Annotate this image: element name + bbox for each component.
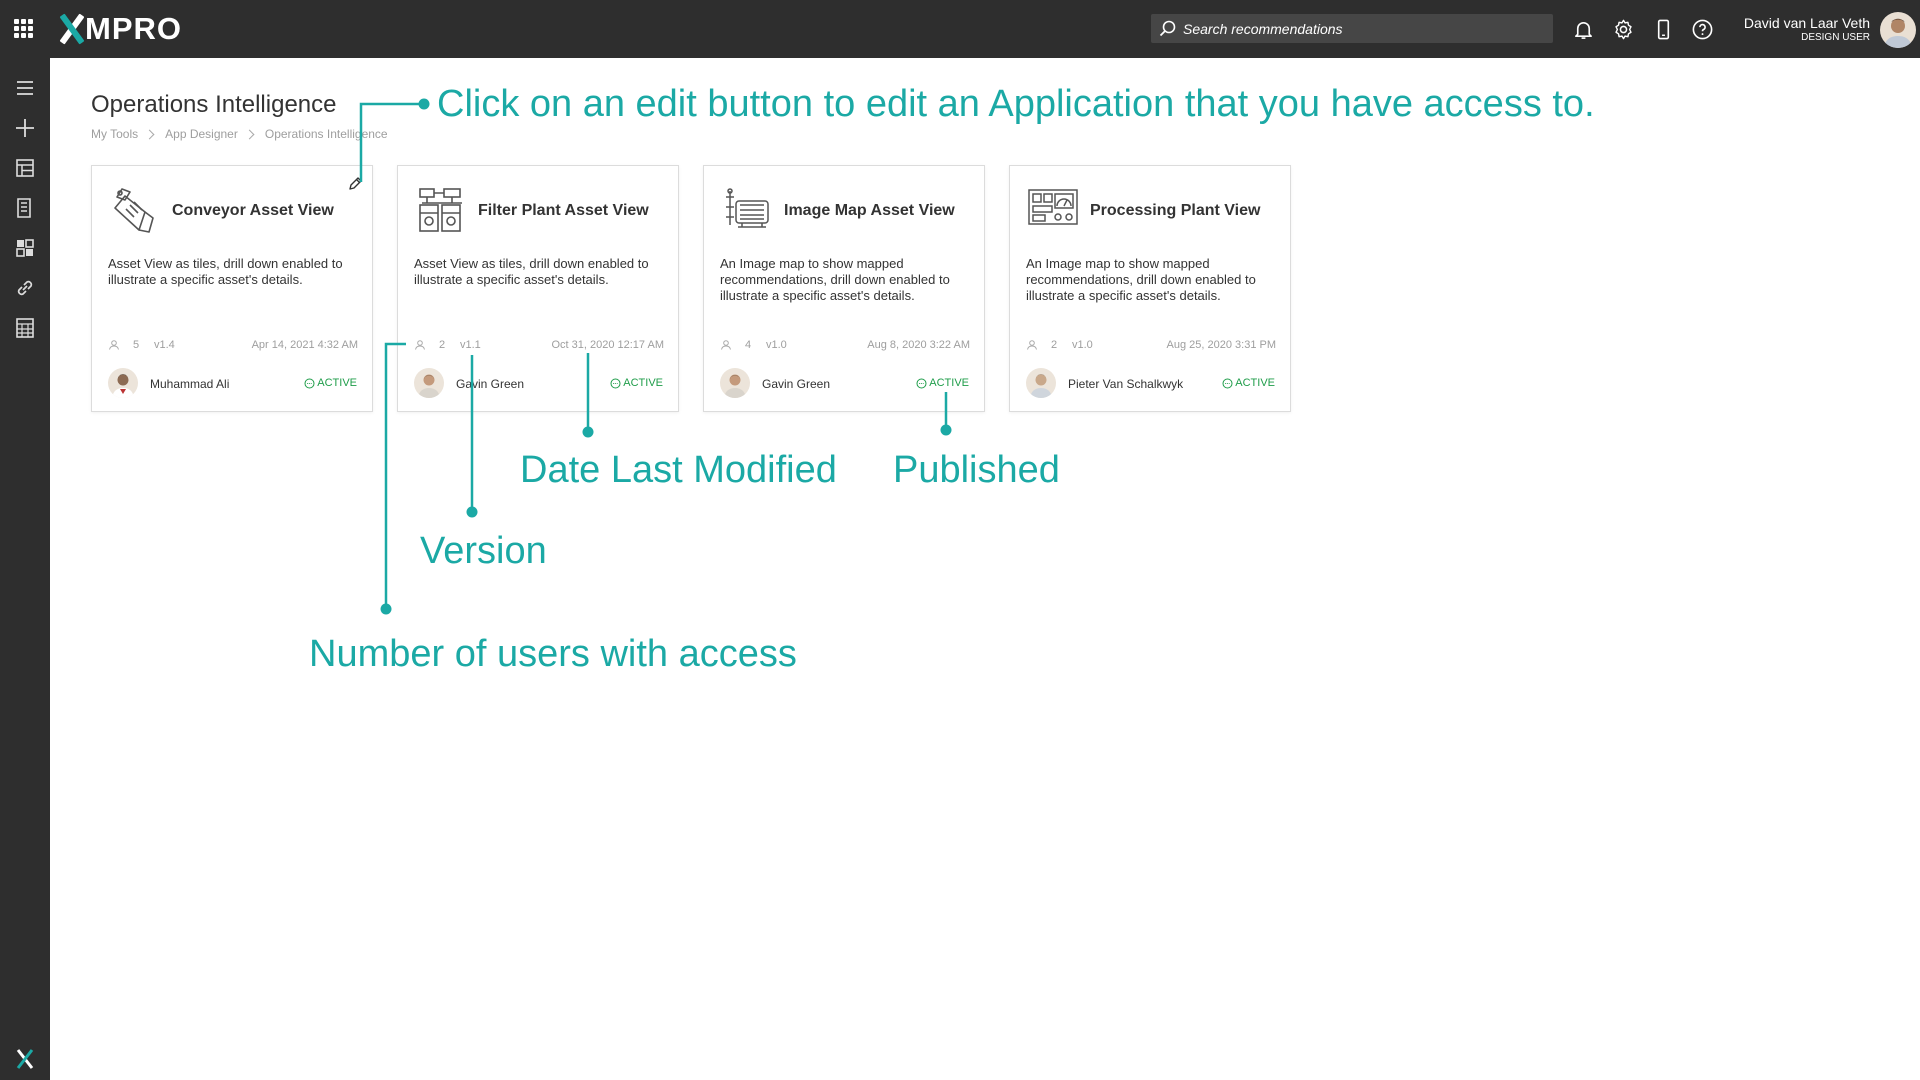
status-badge: ACTIVE xyxy=(610,377,663,389)
user-count: 2 xyxy=(1051,339,1058,351)
conveyor-icon xyxy=(114,188,154,233)
help-icon[interactable] xyxy=(1691,18,1714,41)
user-count: 2 xyxy=(439,339,446,351)
annotation-edit-button: Click on an edit button to edit an Appli… xyxy=(437,83,1595,125)
users-callout-dot xyxy=(380,603,392,615)
author-name: Gavin Green xyxy=(762,377,831,391)
user-count: 5 xyxy=(133,339,140,351)
card-description: Asset View as tiles, drill down enabled … xyxy=(414,256,649,287)
gear-icon[interactable] xyxy=(1612,18,1635,41)
dashboard-icon[interactable] xyxy=(13,156,37,180)
app-card[interactable]: Conveyor Asset View Asset View as tiles,… xyxy=(91,165,373,412)
annotation-published: Published xyxy=(893,449,1060,491)
search-icon xyxy=(1159,20,1176,37)
annotation-users: Number of users with access xyxy=(309,633,797,675)
card-title[interactable]: Conveyor Asset View xyxy=(172,202,334,220)
card-description: An Image map to show mapped recommendati… xyxy=(1026,256,1256,303)
status-text: ACTIVE xyxy=(929,377,969,389)
breadcrumb-app-designer[interactable]: App Designer xyxy=(165,127,238,141)
card-title[interactable]: Image Map Asset View xyxy=(784,202,955,220)
active-status-icon xyxy=(916,378,927,388)
bell-icon[interactable] xyxy=(1572,18,1595,41)
author-name: Pieter Van Schalkwyk xyxy=(1068,377,1184,391)
author-avatar xyxy=(1026,368,1056,398)
version-callout-dot xyxy=(466,506,478,518)
processing-plant-icon xyxy=(1028,189,1078,225)
chevron-right-icon xyxy=(144,129,155,139)
date-callout-dot xyxy=(582,426,594,438)
image-map-icon xyxy=(726,188,769,228)
date-modified: Aug 8, 2020 3:22 AM xyxy=(867,339,970,351)
users-icon xyxy=(1027,340,1037,350)
search-input[interactable]: Search recommendations xyxy=(1151,14,1553,43)
author-avatar xyxy=(414,368,444,398)
date-modified: Oct 31, 2020 12:17 AM xyxy=(551,339,664,351)
breadcrumb: My Tools App Designer Operations Intelli… xyxy=(91,127,388,141)
card-meta: 4 v1.0 Aug 8, 2020 3:22 AM xyxy=(720,338,970,352)
search-placeholder: Search recommendations xyxy=(1183,20,1343,37)
active-status-icon xyxy=(1222,378,1233,388)
status-badge: ACTIVE xyxy=(1222,377,1275,389)
app-card[interactable]: Image Map Asset View An Image map to sho… xyxy=(703,165,985,412)
card-title[interactable]: Filter Plant Asset View xyxy=(478,202,649,220)
published-callout-dot xyxy=(940,424,952,436)
annotation-date-modified: Date Last Modified xyxy=(520,449,837,491)
calculator-icon[interactable] xyxy=(13,316,37,340)
annotation-lines xyxy=(359,98,952,615)
author-avatar xyxy=(108,368,138,398)
logo-text: MPRO xyxy=(85,11,182,46)
edit-callout-dot xyxy=(418,98,430,110)
users-icon xyxy=(109,340,119,350)
xmpro-logo[interactable]: MPRO xyxy=(59,11,182,47)
user-avatar[interactable] xyxy=(1880,12,1916,48)
status-text: ACTIVE xyxy=(317,377,357,389)
card-description: An Image map to show mapped recommendati… xyxy=(720,256,950,303)
filter-plant-icon xyxy=(419,188,462,232)
card-description: Asset View as tiles, drill down enabled … xyxy=(108,256,343,287)
breadcrumb-current: Operations Intelligence xyxy=(264,127,388,141)
version: v1.4 xyxy=(154,339,175,351)
breadcrumb-my-tools[interactable]: My Tools xyxy=(91,127,138,141)
left-sidebar xyxy=(0,58,50,1080)
link-icon[interactable] xyxy=(13,276,37,300)
app-card[interactable]: Filter Plant Asset View Asset View as ti… xyxy=(397,165,679,412)
xmpro-x-icon[interactable] xyxy=(13,1047,37,1071)
user-count: 4 xyxy=(745,339,752,351)
active-status-icon xyxy=(304,378,315,388)
edit-pencil-icon[interactable] xyxy=(347,175,364,192)
top-bar: MPRO Search recommendations David van La… xyxy=(0,0,1920,58)
apps-icon[interactable] xyxy=(13,236,37,260)
chevron-right-icon xyxy=(244,129,255,139)
date-modified: Apr 14, 2021 4:32 AM xyxy=(251,339,358,351)
status-badge: ACTIVE xyxy=(304,377,357,389)
app-launcher-grid-icon[interactable] xyxy=(14,19,33,38)
date-modified: Aug 25, 2020 3:31 PM xyxy=(1166,339,1276,351)
card-title[interactable]: Processing Plant View xyxy=(1090,202,1260,220)
user-role: DESIGN USER xyxy=(1801,32,1870,43)
status-text: ACTIVE xyxy=(623,377,663,389)
card-meta: 2 v1.1 Oct 31, 2020 12:17 AM xyxy=(414,338,664,352)
user-name[interactable]: David van Laar Veth xyxy=(1744,15,1870,31)
menu-icon[interactable] xyxy=(13,76,37,100)
users-icon xyxy=(415,340,425,350)
version: v1.1 xyxy=(460,339,481,351)
annotation-version: Version xyxy=(420,530,547,572)
card-meta: 5 v1.4 Apr 14, 2021 4:32 AM xyxy=(108,338,358,352)
xmpro-x-mark-icon xyxy=(59,14,84,44)
status-badge: ACTIVE xyxy=(916,377,969,389)
status-text: ACTIVE xyxy=(1235,377,1275,389)
version: v1.0 xyxy=(766,339,787,351)
author-name: Muhammad Ali xyxy=(150,377,230,391)
add-icon[interactable] xyxy=(13,116,37,140)
users-icon xyxy=(721,340,731,350)
author-name: Gavin Green xyxy=(456,377,525,391)
mobile-icon[interactable] xyxy=(1652,18,1675,41)
document-icon[interactable] xyxy=(13,196,37,220)
app-card[interactable]: Processing Plant View An Image map to sh… xyxy=(1009,165,1291,412)
active-status-icon xyxy=(610,378,621,388)
page-title: Operations Intelligence xyxy=(91,91,337,118)
card-meta: 2 v1.0 Aug 25, 2020 3:31 PM xyxy=(1026,338,1276,352)
author-avatar xyxy=(720,368,750,398)
version: v1.0 xyxy=(1072,339,1093,351)
